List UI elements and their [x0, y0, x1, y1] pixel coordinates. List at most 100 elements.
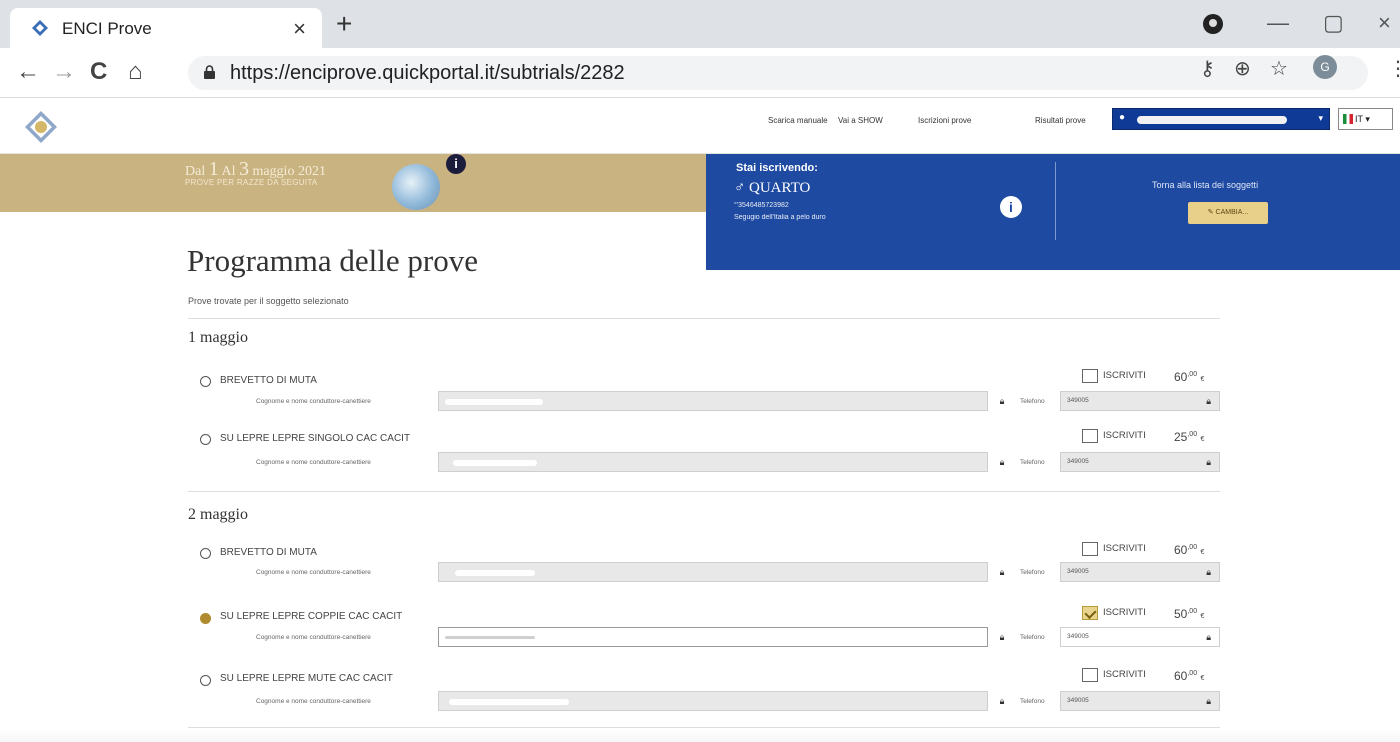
handler-label: Cognome e nome conduttore-canettiere [256, 569, 371, 576]
user-account-dropdown[interactable]: ● ▾ [1112, 108, 1330, 130]
trial-registrations-link[interactable]: Iscrizioni prove [918, 116, 971, 125]
browser-tab-strip: ENCI Prove × + — ▢ × [0, 0, 1400, 48]
enroll-label[interactable]: ISCRIVITI [1103, 430, 1146, 441]
enrollment-panel: Stai iscrivendo: ♂ QUARTO °'354648572398… [706, 154, 1400, 270]
phone-label: Telefono [1020, 698, 1045, 705]
trial-radio[interactable] [200, 675, 211, 686]
phone-label: Telefono [1020, 634, 1045, 641]
enroll-checkbox[interactable] [1082, 369, 1098, 383]
chevron-down-icon: ▾ [1365, 114, 1370, 124]
day-title: 2 maggio [188, 506, 248, 523]
site-header: Scarica manuale Vai a SHOW Iscrizioni pr… [0, 98, 1400, 154]
trial-radio[interactable] [200, 376, 211, 387]
trial-radio[interactable] [200, 548, 211, 559]
back-button[interactable]: ← [16, 58, 40, 86]
user-name-redacted [1137, 116, 1287, 124]
day-title: 1 maggio [188, 329, 248, 346]
lock-icon: 🔒︎ [1206, 696, 1211, 706]
lock-icon: 🔒︎ [1206, 567, 1211, 577]
url-text: https://enciprove.quickportal.it/subtria… [230, 62, 625, 84]
page-subtitle: Prove trovate per il soggetto selezionat… [188, 296, 349, 306]
home-button[interactable]: ⌂ [128, 58, 143, 86]
handler-label: Cognome e nome conduttore-canettiere [256, 698, 371, 705]
lock-icon: 🔒︎ [1206, 632, 1211, 642]
handler-label: Cognome e nome conduttore-canettiere [256, 634, 371, 641]
event-globe-image [392, 164, 440, 210]
handler-name-input[interactable] [438, 452, 988, 472]
enroll-label[interactable]: ISCRIVITI [1103, 669, 1146, 680]
phone-label: Telefono [1020, 459, 1045, 466]
language-code: IT [1355, 114, 1363, 124]
italy-flag-icon [1343, 114, 1353, 124]
menu-icon[interactable]: ⋮ [1388, 56, 1400, 81]
dog-info-icon[interactable]: i [1000, 196, 1022, 218]
download-manual-link[interactable]: Scarica manuale [768, 116, 828, 125]
lock-icon[interactable]: 🔒︎ [992, 562, 1012, 582]
phone-input[interactable]: 349005 🔒︎ [1060, 452, 1220, 472]
dog-microchip: °'3546485723982 [734, 202, 789, 209]
handler-name-input[interactable] [438, 391, 988, 411]
browser-tab[interactable]: ENCI Prove × [10, 8, 322, 48]
chevron-down-icon: ▾ [1318, 113, 1323, 123]
handler-name-input[interactable] [438, 691, 988, 711]
phone-label: Telefono [1020, 569, 1045, 576]
lock-icon[interactable]: 🔒︎ [992, 452, 1012, 472]
panel-divider [1055, 162, 1056, 240]
phone-input[interactable]: 349005 🔒︎ [1060, 691, 1220, 711]
account-avatar[interactable]: G [1313, 55, 1337, 79]
reload-button[interactable]: C [90, 58, 107, 86]
handler-name-input[interactable] [438, 562, 988, 582]
trial-name: SU LEPRE LEPRE MUTE CAC CACIT [220, 673, 393, 684]
info-icon[interactable]: i [446, 154, 466, 174]
lock-icon[interactable]: 🔒︎ [992, 627, 1012, 647]
close-window-button[interactable]: × [1378, 10, 1391, 36]
enroll-checkbox-checked[interactable] [1082, 606, 1098, 620]
page-footer-edge [0, 730, 1400, 742]
enroll-label[interactable]: ISCRIVITI [1103, 607, 1146, 618]
forward-button[interactable]: → [52, 58, 76, 86]
event-banner: Dal 1 Al 3 maggio 2021 PROVE PER RAZZE D… [0, 154, 706, 212]
bookmark-star-icon[interactable]: ☆ [1270, 56, 1288, 81]
lock-icon[interactable]: 🔒︎ [992, 391, 1012, 411]
enroll-label[interactable]: ISCRIVITI [1103, 370, 1146, 381]
enroll-checkbox[interactable] [1082, 668, 1098, 682]
trial-price: 25,00 € [1174, 430, 1205, 444]
dog-name: ♂ QUARTO [734, 180, 811, 196]
user-icon: ● [1119, 112, 1126, 123]
handler-label: Cognome e nome conduttore-canettiere [256, 459, 371, 466]
change-subject-button[interactable]: ✎ CAMBIA... [1188, 202, 1268, 224]
lock-icon[interactable]: 🔒︎ [992, 691, 1012, 711]
enci-logo-icon[interactable] [24, 110, 58, 144]
tab-close-icon[interactable]: × [293, 16, 306, 42]
trial-results-link[interactable]: Risultati prove [1035, 116, 1086, 125]
handler-label: Cognome e nome conduttore-canettiere [256, 398, 371, 405]
divider [188, 491, 1220, 492]
phone-input[interactable]: 349005 🔒︎ [1060, 627, 1220, 647]
phone-input[interactable]: 349005 🔒︎ [1060, 391, 1220, 411]
trial-radio[interactable] [200, 434, 211, 445]
trial-radio-selected[interactable] [200, 613, 211, 624]
trial-price: 60,00 € [1174, 669, 1205, 683]
maximize-button[interactable]: ▢ [1323, 10, 1344, 36]
trial-name: BREVETTO DI MUTA [220, 547, 317, 558]
tab-title: ENCI Prove [62, 19, 152, 38]
enroll-label[interactable]: ISCRIVITI [1103, 543, 1146, 554]
back-to-subjects-link[interactable]: Torna alla lista dei soggetti [1152, 180, 1258, 190]
enroll-checkbox[interactable] [1082, 429, 1098, 443]
key-icon[interactable]: ⚷ [1200, 56, 1215, 81]
lock-icon: 🔒︎ [1206, 457, 1211, 467]
divider [188, 727, 1220, 728]
lock-icon: 🔒︎ [1206, 396, 1211, 406]
enroll-checkbox[interactable] [1082, 542, 1098, 556]
go-to-show-link[interactable]: Vai a SHOW [838, 116, 883, 125]
url-bar[interactable]: https://enciprove.quickportal.it/subtria… [188, 56, 1368, 90]
profile-icon[interactable] [1203, 14, 1223, 34]
handler-name-input[interactable] [438, 627, 988, 647]
phone-input[interactable]: 349005 🔒︎ [1060, 562, 1220, 582]
zoom-icon[interactable]: ⊕ [1234, 56, 1251, 81]
trial-price: 60,00 € [1174, 370, 1205, 384]
new-tab-button[interactable]: + [336, 10, 352, 38]
minimize-button[interactable]: — [1267, 10, 1289, 36]
lock-icon [204, 65, 215, 79]
language-dropdown[interactable]: IT ▾ [1338, 108, 1393, 130]
